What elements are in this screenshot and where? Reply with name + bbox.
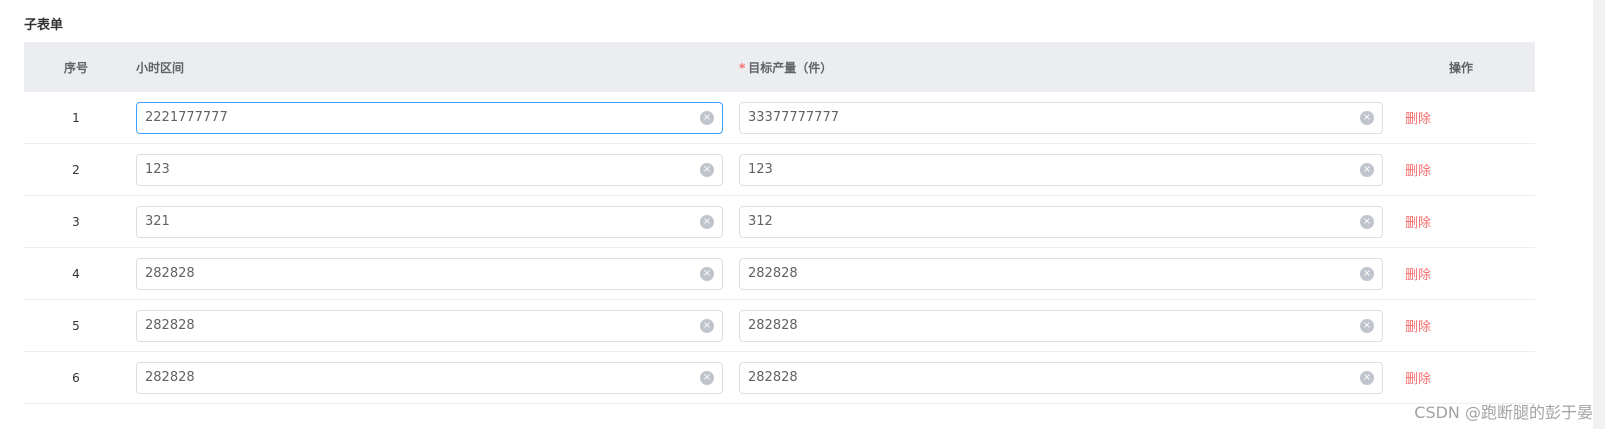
target-output-cell: 123 ×	[731, 153, 1391, 186]
target-output-cell: 33377777777 ×	[731, 101, 1391, 134]
clear-circle-icon[interactable]: ×	[700, 370, 714, 385]
row-index: 3	[72, 214, 80, 229]
target-output-input[interactable]: 282828 ×	[739, 309, 1383, 342]
target-output-input[interactable]: 282828 ×	[739, 257, 1383, 290]
header-action: 操作	[1448, 60, 1473, 75]
table-header: 序号 小时区间 * 目标产量（件） 操作	[24, 42, 1535, 92]
table-body: 1 2221777777 × 33377777777 × 删除 2 123 ×	[24, 92, 1535, 404]
target-output-value: 123	[748, 162, 773, 177]
target-output-cell: 282828 ×	[731, 257, 1391, 290]
target-output-input[interactable]: 282828 ×	[739, 361, 1383, 394]
header-index: 序号	[63, 60, 88, 75]
target-output-cell: 282828 ×	[731, 361, 1391, 394]
hour-range-value: 282828	[145, 318, 195, 333]
row-index: 2	[72, 162, 80, 177]
delete-button[interactable]: 删除	[1405, 112, 1431, 127]
delete-button[interactable]: 删除	[1405, 268, 1431, 283]
table-row: 5 282828 × 282828 × 删除	[24, 300, 1535, 352]
clear-circle-icon[interactable]: ×	[1360, 318, 1374, 333]
hour-range-cell: 282828 ×	[128, 361, 731, 394]
vertical-scrollbar[interactable]	[1593, 0, 1605, 429]
hour-range-cell: 321 ×	[128, 205, 731, 238]
row-index: 1	[72, 110, 80, 125]
delete-button[interactable]: 删除	[1405, 216, 1431, 231]
row-index: 5	[72, 318, 80, 333]
target-output-input[interactable]: 33377777777 ×	[739, 101, 1383, 134]
action-cell: 删除	[1391, 108, 1431, 127]
target-output-input[interactable]: 312 ×	[739, 205, 1383, 238]
row-index: 4	[72, 266, 80, 281]
hour-range-cell: 282828 ×	[128, 309, 731, 342]
target-output-value: 282828	[748, 370, 798, 385]
table-row: 1 2221777777 × 33377777777 × 删除	[24, 92, 1535, 144]
hour-range-cell: 282828 ×	[128, 257, 731, 290]
action-cell: 删除	[1391, 264, 1431, 283]
action-cell: 删除	[1391, 160, 1431, 179]
header-target-output-label: 目标产量（件）	[748, 60, 833, 75]
header-hour-range: 小时区间	[136, 60, 185, 75]
table-row: 6 282828 × 282828 × 删除	[24, 352, 1535, 404]
clear-circle-icon[interactable]: ×	[1360, 162, 1374, 177]
hour-range-input[interactable]: 282828 ×	[136, 361, 723, 394]
action-cell: 删除	[1391, 316, 1431, 335]
action-cell: 删除	[1391, 212, 1431, 231]
target-output-value: 33377777777	[748, 110, 839, 125]
subform-table: 序号 小时区间 * 目标产量（件） 操作 1 2221777777 × 33377…	[24, 42, 1535, 404]
hour-range-cell: 123 ×	[128, 153, 731, 186]
hour-range-input[interactable]: 282828 ×	[136, 309, 723, 342]
watermark: CSDN @跑断腿的彭于晏	[1414, 403, 1593, 422]
header-target-output: * 目标产量（件）	[731, 59, 1388, 76]
target-output-value: 282828	[748, 266, 798, 281]
action-cell: 删除	[1391, 368, 1431, 387]
delete-button[interactable]: 删除	[1405, 372, 1431, 387]
clear-circle-icon[interactable]: ×	[1360, 110, 1374, 125]
hour-range-value: 2221777777	[145, 110, 228, 125]
hour-range-value: 321	[145, 214, 170, 229]
hour-range-input[interactable]: 2221777777 ×	[136, 101, 723, 134]
hour-range-value: 282828	[145, 370, 195, 385]
table-row: 4 282828 × 282828 × 删除	[24, 248, 1535, 300]
page: 子表单 序号 小时区间 * 目标产量（件） 操作 1 2221777777 × 3…	[0, 0, 1605, 429]
hour-range-input[interactable]: 321 ×	[136, 205, 723, 238]
hour-range-value: 123	[145, 162, 170, 177]
hour-range-value: 282828	[145, 266, 195, 281]
hour-range-input[interactable]: 282828 ×	[136, 257, 723, 290]
hour-range-cell: 2221777777 ×	[128, 101, 731, 134]
section-title: 子表单	[24, 18, 64, 33]
target-output-value: 312	[748, 214, 773, 229]
target-output-cell: 312 ×	[731, 205, 1391, 238]
clear-circle-icon[interactable]: ×	[1360, 266, 1374, 281]
clear-circle-icon[interactable]: ×	[700, 266, 714, 281]
delete-button[interactable]: 删除	[1405, 320, 1431, 335]
required-mark: *	[739, 60, 746, 75]
delete-button[interactable]: 删除	[1405, 164, 1431, 179]
table-row: 3 321 × 312 × 删除	[24, 196, 1535, 248]
row-index: 6	[72, 370, 80, 385]
target-output-input[interactable]: 123 ×	[739, 153, 1383, 186]
clear-circle-icon[interactable]: ×	[700, 214, 714, 229]
clear-circle-icon[interactable]: ×	[700, 162, 714, 177]
clear-circle-icon[interactable]: ×	[700, 110, 714, 125]
clear-circle-icon[interactable]: ×	[700, 318, 714, 333]
target-output-value: 282828	[748, 318, 798, 333]
target-output-cell: 282828 ×	[731, 309, 1391, 342]
hour-range-input[interactable]: 123 ×	[136, 153, 723, 186]
clear-circle-icon[interactable]: ×	[1360, 370, 1374, 385]
clear-circle-icon[interactable]: ×	[1360, 214, 1374, 229]
table-row: 2 123 × 123 × 删除	[24, 144, 1535, 196]
